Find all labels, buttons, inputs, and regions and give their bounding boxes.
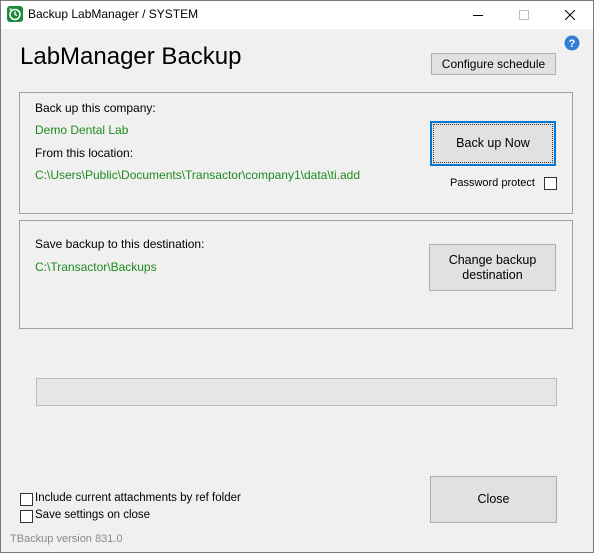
close-icon	[564, 9, 576, 21]
change-destination-label-line2: destination	[462, 267, 523, 282]
focus-rectangle	[433, 124, 553, 163]
help-icon[interactable]: ?	[564, 35, 580, 51]
minimize-icon	[473, 15, 483, 16]
configure-schedule-button[interactable]: Configure schedule	[431, 53, 556, 75]
change-destination-label-line1: Change backup	[448, 252, 537, 267]
password-protect-label: Password protect	[450, 177, 535, 189]
location-path: C:\Users\Public\Documents\Transactor\com…	[35, 168, 361, 182]
company-name: Demo Dental Lab	[35, 123, 129, 137]
backup-progress-bar	[36, 378, 557, 406]
back-up-now-button[interactable]: Back up Now	[430, 121, 556, 166]
backup-window: Backup LabManager / SYSTEM LabManager Ba…	[0, 0, 594, 553]
company-caption: Back up this company:	[35, 101, 156, 115]
save-settings-label: Save settings on close	[35, 509, 151, 521]
location-caption: From this location:	[35, 146, 134, 160]
app-clock-icon	[7, 6, 23, 22]
close-window-button[interactable]	[547, 1, 593, 29]
include-attachments-label: Include current attachments by ref folde…	[35, 492, 241, 504]
close-button[interactable]: Close	[430, 476, 557, 523]
password-protect-checkbox[interactable]	[544, 177, 557, 190]
minimize-button[interactable]	[455, 1, 501, 29]
destination-caption: Save backup to this destination:	[35, 237, 205, 251]
include-attachments-checkbox[interactable]	[20, 493, 33, 506]
title-bar[interactable]: Backup LabManager / SYSTEM	[1, 1, 593, 29]
svg-text:?: ?	[569, 38, 576, 50]
maximize-button[interactable]	[501, 1, 547, 29]
version-label: TBackup version 831.0	[10, 533, 123, 545]
save-settings-checkbox[interactable]	[20, 510, 33, 523]
change-destination-label: Change backup destination	[449, 253, 537, 283]
maximize-icon	[519, 10, 529, 20]
destination-path: C:\Transactor\Backups	[35, 260, 157, 274]
page-title: LabManager Backup	[20, 43, 242, 70]
change-destination-button[interactable]: Change backup destination	[429, 244, 556, 291]
window-title: Backup LabManager / SYSTEM	[28, 7, 199, 21]
